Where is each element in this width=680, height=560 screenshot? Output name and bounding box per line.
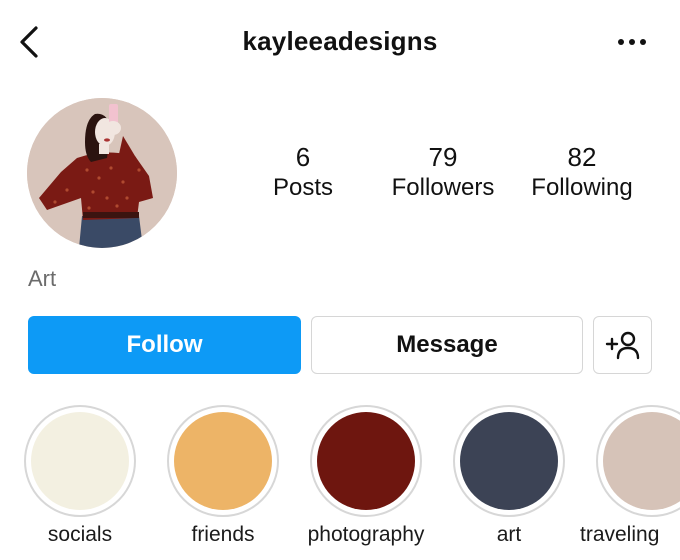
message-button[interactable]: Message — [311, 316, 583, 374]
add-user-icon — [605, 331, 639, 360]
highlight-ring — [167, 405, 279, 517]
profile-bio: Art — [28, 266, 57, 291]
profile-username: kayleeadesigns — [242, 26, 438, 56]
highlight-ring — [24, 405, 136, 517]
highlight-ring — [453, 405, 565, 517]
highlight-cover — [603, 412, 680, 510]
stat-value: 6 — [295, 142, 311, 172]
avatar-illustration — [27, 98, 177, 248]
highlight-cover — [31, 412, 129, 510]
highlight-label: art — [496, 523, 522, 546]
highlight-socials[interactable]: socials — [24, 405, 136, 546]
highlight-cover — [460, 412, 558, 510]
stat-posts[interactable]: 6 Posts — [233, 142, 373, 204]
highlight-cover — [317, 412, 415, 510]
stat-value: 82 — [567, 142, 597, 172]
top-bar: kayleeadesigns — [0, 0, 680, 84]
highlight-art[interactable]: art — [453, 405, 565, 546]
highlight-photography[interactable]: photography — [308, 405, 424, 546]
highlight-label: traveling — [580, 523, 660, 546]
stat-value: 79 — [428, 142, 458, 172]
highlight-cover — [174, 412, 272, 510]
stat-label: Followers — [391, 174, 495, 201]
follow-button[interactable]: Follow — [28, 316, 301, 374]
more-options-button[interactable] — [612, 28, 652, 56]
highlight-ring — [310, 405, 422, 517]
highlight-ring — [596, 405, 680, 517]
more-horizontal-icon — [618, 39, 646, 45]
stat-label: Posts — [272, 174, 334, 201]
add-user-button[interactable] — [593, 316, 652, 374]
highlight-friends[interactable]: friends — [167, 405, 279, 546]
stat-following[interactable]: 82 Following — [512, 142, 652, 204]
avatar[interactable] — [27, 98, 177, 248]
highlight-traveling[interactable]: traveling — [580, 405, 680, 546]
stat-followers[interactable]: 79 Followers — [373, 142, 513, 204]
stat-label: Following — [531, 174, 633, 201]
